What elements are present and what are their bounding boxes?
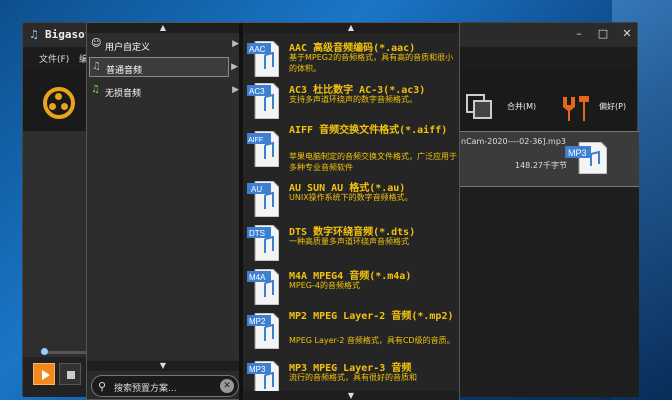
output-panel xyxy=(455,187,639,397)
format-badge: AC3 xyxy=(249,87,265,96)
format-item-aiff[interactable]: AIFF AIFF 音频交换文件格式(*.aiff) 苹果电脑制定的音频交换文件… xyxy=(243,121,459,175)
preferences-button-label[interactable]: 偏好(P) xyxy=(599,101,626,112)
format-item-mp2[interactable]: MP2 MP2 MPEG Layer-2 音频(*.mp2) MPEG Laye… xyxy=(243,307,459,353)
file-size: 148.27千字节 xyxy=(515,161,567,170)
audio-file-icon: AC3 xyxy=(247,83,279,119)
category-scroll-down-button[interactable]: ▼ xyxy=(87,361,239,371)
audio-file-icon: AU xyxy=(247,181,279,217)
format-description: MPEG Layer-2 音频格式，具有CD级的音质。 xyxy=(289,336,455,345)
category-label: 普通音频 xyxy=(106,66,143,76)
format-preset-popup: ▲ ▲ ☺ 用户自定义 ▶ ♫ 普通音频 ▶ ♫ 无损音频 ▶ AAC AAC xyxy=(86,22,460,400)
preset-search-box[interactable]: ⚲ 搜索预置方案... ✕ xyxy=(91,375,239,397)
music-note-icon: ♫ xyxy=(91,84,100,95)
mp3-badge-text: MP3 xyxy=(568,148,587,158)
format-description: 支持多声道环绕声的数字音频格式。 xyxy=(289,95,417,104)
format-badge: DTS xyxy=(249,229,265,238)
category-label: 无损音频 xyxy=(105,89,142,99)
stop-icon xyxy=(67,371,75,379)
window-title: Bigasof xyxy=(45,28,92,41)
audio-file-icon: MP3 xyxy=(247,361,279,391)
category-common-audio[interactable]: ♫ 普通音频 ▶ xyxy=(89,57,238,77)
format-description: 基于MPEG2的音频格式，具有高的音质和很小的体积。 xyxy=(289,53,454,73)
search-icon: ⚲ xyxy=(98,380,107,393)
preferences-tools-icon[interactable] xyxy=(557,93,591,123)
minimize-button[interactable]: – xyxy=(571,26,587,42)
category-label: 用户自定义 xyxy=(105,43,151,53)
merge-icon[interactable] xyxy=(465,93,495,121)
format-title: MP2 MPEG Layer-2 音频(*.mp2) xyxy=(289,311,454,322)
format-item-mp3[interactable]: MP3 MP3 MPEG Layer-3 音频 流行的音频格式，具有很好的音质和 xyxy=(243,355,459,391)
play-button[interactable] xyxy=(33,363,55,385)
audio-file-icon: M4A xyxy=(247,269,279,305)
seek-handle[interactable] xyxy=(41,348,48,355)
add-file-reel-icon[interactable] xyxy=(43,87,75,119)
category-list: ☺ 用户自定义 ▶ ♫ 普通音频 ▶ ♫ 无损音频 ▶ xyxy=(87,33,239,359)
format-item-ac3[interactable]: AC3 AC3 杜比数字 AC-3(*.ac3) 支持多声道环绕声的数字音频格式… xyxy=(243,77,459,121)
format-badge: AU xyxy=(251,185,262,194)
category-scroll-up-button[interactable]: ▲ xyxy=(87,23,239,33)
format-item-dts[interactable]: DTS DTS 数字环绕音频(*.dts) 一种高质量多声道环绕声音频格式 xyxy=(243,219,459,263)
chevron-right-icon: ▶ xyxy=(231,62,238,72)
format-title: AIFF 音频交换文件格式(*.aiff) xyxy=(289,125,448,136)
play-icon xyxy=(42,370,50,380)
chevron-right-icon: ▶ xyxy=(232,85,239,95)
format-badge: AAC xyxy=(249,45,266,54)
seek-track[interactable] xyxy=(41,351,89,354)
close-button[interactable]: ✕ xyxy=(619,26,635,42)
format-item-aac[interactable]: AAC AAC 高级音频编码(*.aac) 基于MPEG2的音频格式，具有高的音… xyxy=(243,35,459,79)
format-scroll-down-button[interactable]: ▼ xyxy=(243,391,459,400)
format-badge: AIFF xyxy=(248,137,263,144)
stop-button[interactable] xyxy=(59,363,81,385)
format-badge: M4A xyxy=(249,273,266,282)
menu-file[interactable]: 文件(F) xyxy=(39,52,69,65)
clear-search-icon[interactable]: ✕ xyxy=(220,379,234,393)
maximize-button[interactable]: □ xyxy=(595,26,611,42)
file-row[interactable]: nCam-2020----02-36].mp3 148.27千字节 MP3 xyxy=(455,131,639,187)
format-badge: MP2 xyxy=(249,317,266,326)
format-description: 流行的音频格式，具有很好的音质和 xyxy=(289,373,417,382)
audio-file-icon: DTS xyxy=(247,225,279,261)
merge-button-label[interactable]: 合并(M) xyxy=(507,101,536,112)
category-lossless-audio[interactable]: ♫ 无损音频 ▶ xyxy=(89,81,239,101)
format-description: UNIX操作系统下的数字音频格式。 xyxy=(289,193,413,202)
mp3-file-icon[interactable]: MP3 xyxy=(565,142,607,174)
format-description: MPEG-4的音频格式 xyxy=(289,281,360,290)
audio-file-icon: AIFF xyxy=(247,131,279,167)
format-badge: MP3 xyxy=(249,365,266,374)
file-name: nCam-2020----02-36].mp3 xyxy=(461,137,567,146)
format-description: 一种高质量多声道环绕声音频格式 xyxy=(289,237,409,246)
format-description: 苹果电脑制定的音频交换文件格式，广泛应用于多种专业音频软件 xyxy=(289,152,457,172)
user-icon: ☺ xyxy=(91,38,102,49)
format-item-au[interactable]: AU AU SUN AU 格式(*.au) UNIX操作系统下的数字音频格式。 xyxy=(243,175,459,219)
app-logo-icon: ♫ xyxy=(29,28,39,41)
category-user-defined[interactable]: ☺ 用户自定义 ▶ xyxy=(89,35,239,55)
format-scroll-up-button[interactable]: ▲ xyxy=(243,23,459,33)
chevron-right-icon: ▶ xyxy=(232,39,239,49)
audio-file-icon: AAC xyxy=(247,41,279,77)
format-list: AAC AAC 高级音频编码(*.aac) 基于MPEG2的音频格式，具有高的音… xyxy=(243,33,459,391)
search-input[interactable]: 搜索预置方案... xyxy=(114,381,177,394)
format-item-m4a[interactable]: M4A M4A MPEG4 音频(*.m4a) MPEG-4的音频格式 xyxy=(243,263,459,307)
audio-file-icon: MP2 xyxy=(247,313,279,349)
music-note-icon: ♫ xyxy=(92,61,101,72)
preview-pane xyxy=(23,131,87,357)
